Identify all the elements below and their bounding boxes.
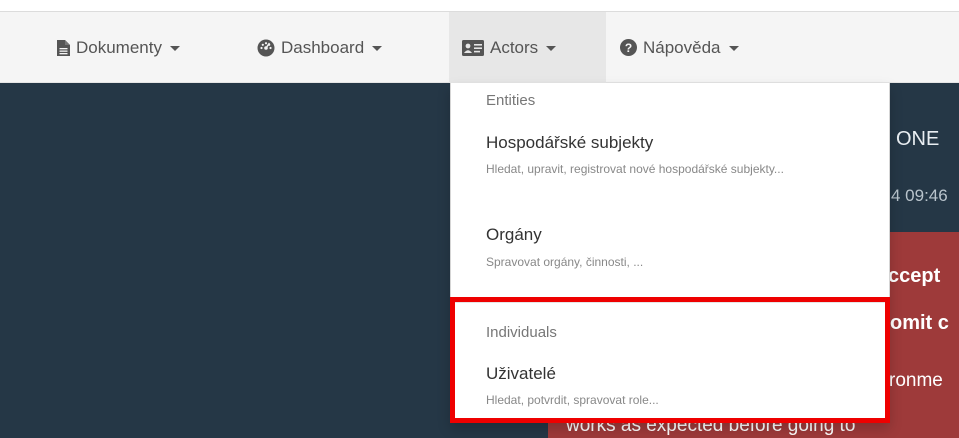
id-card-icon bbox=[462, 39, 484, 56]
top-strip bbox=[0, 0, 959, 12]
navbar: Dokumenty Dashboard Actors ? Nápověda bbox=[0, 12, 959, 83]
question-circle-icon: ? bbox=[620, 39, 637, 56]
dropdown-divider bbox=[451, 302, 889, 303]
dashboard-icon bbox=[257, 39, 275, 57]
alert-accept-fragment: ccept bbox=[888, 265, 941, 287]
nav-dashboard-menu[interactable]: Dashboard bbox=[257, 12, 383, 83]
nav-napoveda-label: Nápověda bbox=[643, 37, 721, 57]
file-icon bbox=[57, 39, 70, 56]
dropdown-header-entities: Entities bbox=[486, 92, 536, 109]
dropdown-header-individuals: Individuals bbox=[486, 324, 557, 341]
menu-item-title: Uživatelé bbox=[486, 364, 556, 383]
nav-dokumenty-menu[interactable]: Dokumenty bbox=[57, 12, 180, 83]
nav-napoveda-menu[interactable]: ? Nápověda bbox=[620, 12, 739, 83]
peek-timestamp-fragment: 4 09:46 bbox=[891, 186, 948, 205]
menu-item-description: Hledat, potvrdit, spravovat role... bbox=[486, 393, 659, 407]
nav-dashboard-label: Dashboard bbox=[281, 37, 365, 57]
menu-item-title: Orgány bbox=[486, 225, 542, 244]
menu-item-hospodarske-subjekty[interactable]: Hospodářské subjekty Hledat, upravit, re… bbox=[451, 127, 889, 213]
actors-dropdown-menu: Entities Hospodářské subjekty Hledat, up… bbox=[450, 83, 890, 423]
menu-item-title: Hospodářské subjekty bbox=[486, 133, 654, 152]
caret-down-icon bbox=[169, 46, 180, 51]
nav-actors-label: Actors bbox=[490, 37, 539, 57]
menu-item-description: Hledat, upravit, registrovat nové hospod… bbox=[486, 162, 784, 176]
menu-item-organy[interactable]: Orgány Spravovat orgány, činnosti, ... bbox=[451, 218, 889, 278]
svg-text:?: ? bbox=[625, 41, 632, 55]
alert-environment-fragment: ronme bbox=[889, 370, 943, 391]
peek-heading-fragment: ONE bbox=[896, 128, 940, 150]
menu-item-description: Spravovat orgány, činnosti, ... bbox=[486, 255, 644, 269]
alert-omit-fragment: omit c bbox=[890, 312, 949, 334]
menu-item-uzivatele[interactable]: Uživatelé Hledat, potvrdit, spravovat ro… bbox=[451, 357, 889, 415]
caret-down-icon bbox=[546, 46, 557, 51]
nav-actors-menu[interactable]: Actors bbox=[449, 12, 606, 83]
caret-down-icon bbox=[372, 46, 383, 51]
caret-down-icon bbox=[728, 46, 739, 51]
nav-dokumenty-label: Dokumenty bbox=[76, 37, 162, 57]
